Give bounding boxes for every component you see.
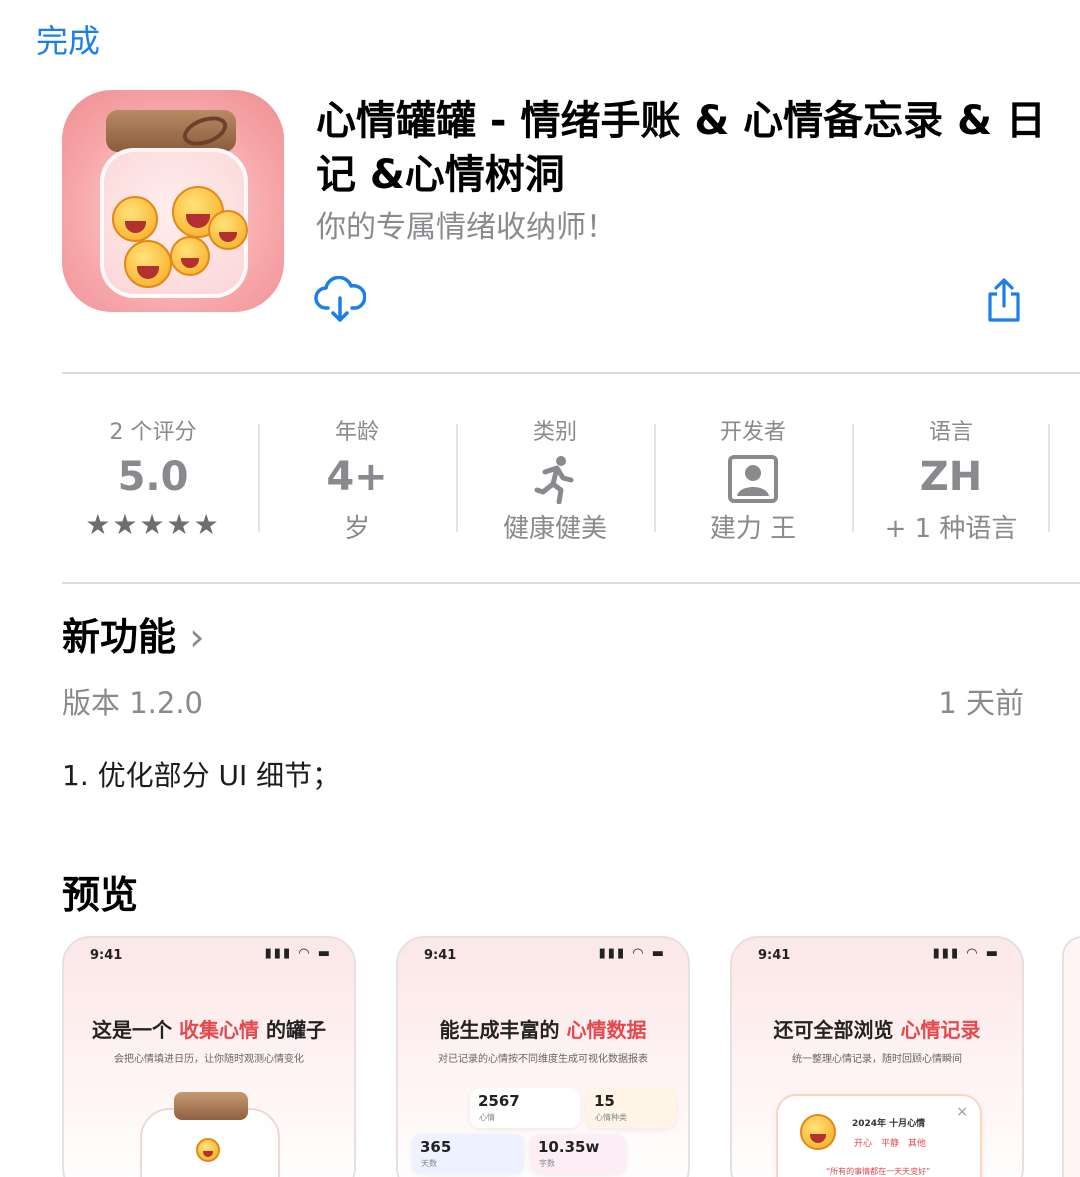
- running-person-icon: [534, 456, 574, 505]
- share-icon[interactable]: [984, 276, 1024, 324]
- preview-screenshot-1[interactable]: 9:41 ▮▮▮ ◠ ▬ 这是一个 收集心情 的罐子 会把心情填进日历，让你随时…: [62, 936, 356, 1177]
- app-icon: [62, 90, 284, 312]
- category-info[interactable]: 类别 健康健美: [460, 414, 650, 548]
- language-info[interactable]: 语言 ZH + 1 种语言: [856, 414, 1046, 548]
- preview-screenshot-3[interactable]: 9:41 ▮▮▮ ◠ ▬ 还可全部浏览 心情记录 统一整理心情记录，随时回顾心情…: [730, 936, 1024, 1177]
- rating-value: 5.0: [117, 454, 189, 500]
- headline-text: 还可全部浏览: [773, 1018, 901, 1042]
- stat-card: 365 天数: [412, 1134, 524, 1174]
- emoji-face-icon: [196, 1138, 220, 1162]
- status-bar-icons: ▮▮▮ ◠ ▬: [264, 946, 332, 961]
- screenshot-headline: 能生成丰富的 心情数据: [398, 1014, 688, 1043]
- headline-text: 的罐子: [259, 1018, 326, 1042]
- card-tabs: 开心 平静 其他: [854, 1139, 927, 1149]
- status-bar-icons: ▮▮▮ ◠ ▬: [598, 946, 666, 961]
- status-time: 9:41: [424, 948, 457, 963]
- stat-card: 10.35w 字数: [530, 1134, 626, 1174]
- stat-label: 心情: [479, 1113, 495, 1122]
- age-value: 4+: [326, 454, 388, 500]
- cloud-download-icon[interactable]: [314, 276, 366, 324]
- status-bar-icons: ▮▮▮ ◠ ▬: [932, 946, 1000, 961]
- rating-label: 2 个评分: [109, 420, 197, 445]
- stat-number: 365: [420, 1138, 452, 1156]
- emoji-face-icon: [170, 236, 210, 276]
- jar-lid: [174, 1092, 248, 1120]
- age-label: 年龄: [334, 420, 379, 445]
- screenshot-headline: 还可全部浏览 心情记录: [732, 1014, 1022, 1043]
- divider: [654, 424, 656, 532]
- status-time: 9:41: [758, 948, 791, 963]
- mood-card: 2024年 十月心情 开心 平静 其他 “所有的事情都在一天天变好” ×: [776, 1094, 982, 1177]
- chevron-right-icon: ›: [189, 615, 205, 659]
- screenshot-caption: 会把心情填进日历，让你随时观测心情变化: [114, 1054, 304, 1065]
- version-label: 版本 1.2.0: [62, 686, 204, 720]
- whats-new-title: 新功能: [62, 615, 177, 659]
- developer-name: 建力 王: [709, 514, 797, 544]
- status-time: 9:41: [90, 948, 123, 963]
- category-icon-wrap: [460, 446, 650, 508]
- stat-number: 2567: [478, 1092, 520, 1110]
- stat-label: 字数: [539, 1159, 555, 1168]
- emoji-face-icon: [124, 240, 172, 288]
- stat-card: 2567 心情: [470, 1088, 580, 1128]
- card-title: 2024年 十月心情: [852, 1119, 926, 1129]
- stat-label: 心情种类: [595, 1113, 627, 1122]
- divider: [852, 424, 854, 532]
- language-label: 语言: [928, 420, 973, 445]
- developer-label: 开发者: [719, 420, 786, 445]
- done-button[interactable]: 完成: [36, 16, 100, 62]
- category-value: 健康健美: [502, 514, 607, 544]
- screenshot-caption: 统一整理心情记录，随时回顾心情瞬间: [792, 1054, 962, 1065]
- developer-info[interactable]: 开发者 建力 王: [658, 414, 848, 548]
- person-badge-icon: [728, 455, 778, 503]
- headline-highlight: 心情数据: [566, 1018, 647, 1042]
- rating-info[interactable]: 2 个评分 5.0 ★★★★★: [58, 414, 248, 541]
- divider: [1048, 424, 1050, 532]
- release-notes: 1. 优化部分 UI 细节；: [62, 759, 341, 792]
- headline-highlight: 收集心情: [179, 1018, 259, 1042]
- stat-number: 15: [594, 1092, 615, 1110]
- language-more: + 1 种语言: [884, 514, 1018, 544]
- whats-new-header[interactable]: 新功能 ›: [62, 606, 204, 661]
- app-subtitle: 你的专属情绪收纳师！: [316, 210, 616, 245]
- headline-text: 能生成丰富的: [439, 1018, 567, 1042]
- screenshot-headline: 这是一个 收集心情 的罐子: [64, 1014, 354, 1043]
- headline-highlight: 心情记录: [900, 1018, 981, 1042]
- headline-text: 这是一个: [92, 1018, 179, 1042]
- preview-screenshot-2[interactable]: 9:41 ▮▮▮ ◠ ▬ 能生成丰富的 心情数据 对已记录的心情按不同维度生成可…: [396, 936, 690, 1177]
- divider: [456, 424, 458, 532]
- emoji-face-icon: [208, 210, 248, 250]
- emoji-face-icon: [112, 196, 158, 242]
- category-label: 类别: [532, 420, 577, 445]
- rating-stars: ★★★★★: [85, 508, 221, 541]
- release-time: 1 天前: [938, 686, 1024, 720]
- divider: [258, 424, 260, 532]
- divider: [62, 582, 1080, 584]
- preview-title: 预览: [62, 873, 139, 917]
- emoji-face-icon: [800, 1114, 836, 1150]
- developer-icon-wrap: [658, 446, 848, 508]
- stat-card: 15 心情种类: [586, 1088, 676, 1128]
- card-quote: “所有的事情都在一天天变好”: [826, 1167, 931, 1176]
- app-title: 心情罐罐 - 情绪手账 & 心情备忘录 & 日记 &心情树洞: [316, 98, 1046, 198]
- divider: [62, 372, 1080, 374]
- age-unit: 岁: [343, 514, 370, 544]
- age-info[interactable]: 年龄 4+ 岁: [262, 414, 452, 548]
- close-icon[interactable]: ×: [956, 1104, 968, 1120]
- preview-screenshot-4-peek[interactable]: [1062, 936, 1080, 1177]
- screenshot-caption: 对已记录的心情按不同维度生成可视化数据报表: [438, 1054, 648, 1065]
- stat-label: 天数: [421, 1159, 437, 1168]
- stat-number: 10.35w: [538, 1138, 600, 1156]
- language-value: ZH: [919, 454, 983, 500]
